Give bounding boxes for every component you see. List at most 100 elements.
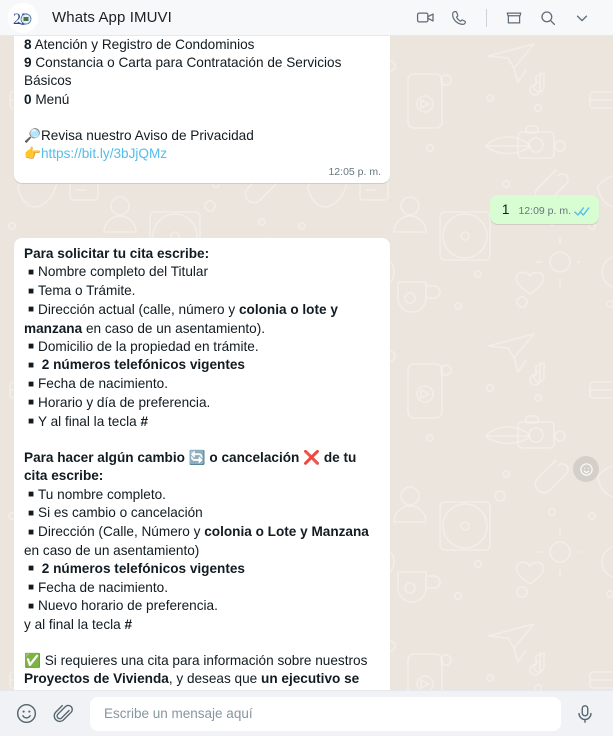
bullet-item: ■ 2 números telefónicos vigentes <box>24 560 381 579</box>
chevron-down-icon[interactable] <box>565 1 599 35</box>
text-run: Si es cambio o cancelación <box>38 505 203 521</box>
chat-header: 25 Whats App IMUVI <box>0 0 613 36</box>
bullet-item: ■ Nombre completo del Titular <box>24 263 381 282</box>
menu-option-label: Constancia o Carta para Contratación de … <box>24 55 342 89</box>
text-run: y al final la tecla <box>24 617 125 633</box>
text-run: Fecha de nacimiento. <box>38 376 168 392</box>
square-bullet-icon: ■ <box>28 563 35 575</box>
avatar[interactable]: 25 <box>8 2 38 33</box>
inline-emoji: ✅ <box>24 653 41 670</box>
emoji-reaction-button[interactable] <box>573 456 599 482</box>
menu-option-label: Atención y Registro de Condominios <box>34 37 255 52</box>
square-bullet-icon: ■ <box>28 285 35 297</box>
square-bullet-icon: ■ <box>28 507 35 519</box>
bold-text: o cancelación <box>205 450 304 466</box>
privacy-link-line: 👉https://bit.ly/3bJjQMz <box>24 145 381 163</box>
square-bullet-icon: ■ <box>28 489 35 501</box>
voice-call-icon[interactable] <box>442 1 476 35</box>
text-run: Nombre completo del Titular <box>38 264 208 280</box>
square-bullet-icon: ■ <box>28 341 35 353</box>
text-run: , y deseas que <box>168 671 262 687</box>
square-bullet-icon: ■ <box>28 397 35 409</box>
menu-option-number: 0 <box>24 91 32 107</box>
bold-text: # <box>124 617 133 633</box>
incoming-message-bubble[interactable]: Para solicitar tu cita escribe: ■ Nombre c… <box>14 238 390 690</box>
menu-option-label: Menú <box>35 91 70 107</box>
header-divider <box>486 8 487 27</box>
section-heading: Para hacer algún cambio 🔄 o cancelación … <box>24 449 381 485</box>
message-row: 8 Atención y Registro de Condominios 9 Co… <box>14 36 599 184</box>
text-run: Fecha de nacimiento. <box>38 579 168 595</box>
square-bullet-icon: ■ <box>28 304 35 316</box>
section-heading: Para solicitar tu cita escribe: <box>24 246 210 262</box>
bullet-item: ■ Nuevo horario de preferencia. <box>24 597 381 616</box>
read-receipt-icon <box>574 206 590 217</box>
bullet-item: ■ Tu nombre completo. <box>24 486 381 505</box>
message-list: 8 Atención y Registro de Condominios 9 Co… <box>0 36 613 690</box>
chat-title: Whats App IMUVI <box>52 9 172 26</box>
inline-emoji: ❌ <box>303 450 321 467</box>
message-meta: 12:09 p. m. <box>518 204 590 219</box>
chat-scroll-area[interactable]: 8 Atención y Registro de Condominios 9 Co… <box>0 36 613 690</box>
text-run: Si requieres una cita para información s… <box>40 653 368 669</box>
outgoing-content: 1 12:09 p. m. <box>502 201 590 219</box>
outgoing-message-bubble[interactable]: 1 12:09 p. m. <box>489 195 599 225</box>
text-run: Revisa nuestro Aviso de Privacidad <box>40 127 254 143</box>
text-run: Y al final la tecla <box>38 413 141 429</box>
menu-option-line: 9 Constancia o Carta para Contratación d… <box>24 54 381 90</box>
square-bullet-icon: ■ <box>28 526 35 538</box>
square-bullet-icon: ■ <box>28 378 35 390</box>
bullet-item: ■ Dirección actual (calle, número y colon… <box>24 301 381 338</box>
message-text: 1 <box>501 202 510 218</box>
menu-option-line: 0 Menú <box>24 91 381 109</box>
message-input-wrapper[interactable] <box>90 696 561 731</box>
bold-text: 2 números telefónicos vigentes <box>38 560 245 576</box>
message-row: Para solicitar tu cita escribe: ■ Nombre c… <box>14 238 599 690</box>
menu-option-number: 8 <box>24 37 32 52</box>
bold-text: # <box>140 413 149 429</box>
bullet-item: ■ 2 números telefónicos vigentes <box>24 356 381 375</box>
text-run: Dirección actual (calle, número y <box>38 301 239 317</box>
video-call-icon[interactable] <box>408 1 442 35</box>
menu-option-number: 9 <box>24 55 32 71</box>
bullet-item: ■ Fecha de nacimiento. <box>24 579 381 598</box>
bullet-item: ■ Horario y día de preferencia. <box>24 394 381 413</box>
paragraph-line: y al final la tecla # <box>24 616 381 634</box>
search-icon[interactable] <box>531 1 565 35</box>
square-bullet-icon: ■ <box>28 582 35 594</box>
message-time: 12:05 p. m. <box>328 166 381 179</box>
text-run: Domicilio de la propiedad en trámite. <box>38 338 259 354</box>
incoming-message-bubble[interactable]: 8 Atención y Registro de Condominios 9 Co… <box>14 36 390 184</box>
message-time: 12:09 p. m. <box>518 205 571 218</box>
message-compose-bar <box>0 690 613 736</box>
microphone-icon[interactable] <box>571 700 599 728</box>
bullet-item: ■ Dirección (Calle, Número y colonia o Lo… <box>24 523 381 560</box>
privacy-policy-link[interactable]: https://bit.ly/3bJjQMz <box>41 146 167 161</box>
menu-option-line: 8 Atención y Registro de Condominios <box>24 36 381 54</box>
bullet-item: ■ Domicilio de la propiedad en trámite. <box>24 338 381 357</box>
bullet-item: ■ Y al final la tecla # <box>24 413 381 432</box>
message-row: 1 12:09 p. m. <box>14 195 599 225</box>
text-run: en caso de un asentamiento) <box>24 542 200 558</box>
magnifier-emoji-icon: 🔎 <box>24 127 41 144</box>
emoji-smiley-icon[interactable] <box>12 700 40 728</box>
message-input[interactable] <box>104 706 547 721</box>
text-run: Dirección (Calle, Número y <box>38 524 205 540</box>
message-meta: 12:05 p. m. <box>328 165 381 180</box>
text-run: Tema o Trámite. <box>38 283 136 299</box>
text-run: Tu nombre completo. <box>38 486 166 502</box>
paragraph-line: ✅ Si requieres una cita para información… <box>24 652 381 690</box>
bold-text: Para hacer algún cambio <box>24 450 189 466</box>
bullet-item: ■ Fecha de nacimiento. <box>24 375 381 394</box>
catalog-store-icon[interactable] <box>497 1 531 35</box>
paperclip-attach-icon[interactable] <box>50 700 78 728</box>
bold-text: 2 números telefónicos vigentes <box>38 357 245 373</box>
bullet-item: ■ Tema o Trámite. <box>24 282 381 301</box>
text-run: en caso de un asentamiento). <box>82 320 266 336</box>
inline-emoji: 🔄 <box>188 450 206 467</box>
text-run: Horario y día de preferencia. <box>38 394 211 410</box>
bullet-item: ■ Si es cambio o cancelación <box>24 504 381 523</box>
